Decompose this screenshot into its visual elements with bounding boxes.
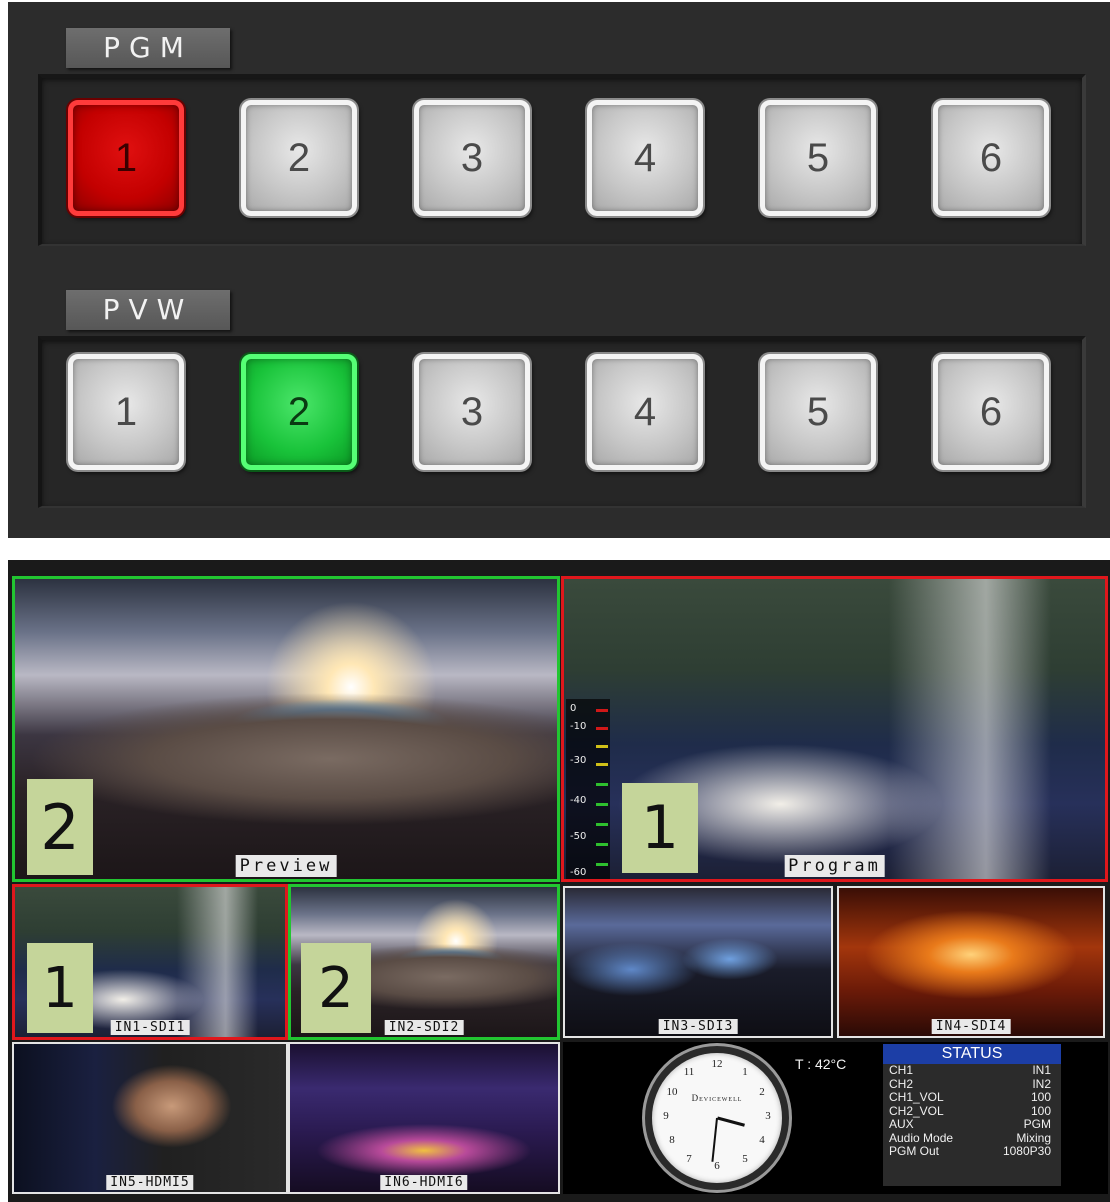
status-row: Audio Mode Mixing <box>883 1130 1061 1146</box>
pgm-bus-row: 1 2 3 4 5 6 <box>38 74 1086 246</box>
input-2-caption: IN2-SDI2 <box>384 1020 464 1035</box>
meter-bar <box>596 709 608 712</box>
status-row: CH2_VOL 100 <box>883 1103 1061 1119</box>
input-window-1[interactable]: 1 IN1-SDI1 <box>12 884 288 1040</box>
status-key: CH1 <box>889 1063 914 1077</box>
clock-number: 1 <box>742 1066 748 1078</box>
multiview-display: 2 Preview 0 -10 -30 -40 -50 -60 1 Progra… <box>8 560 1110 1202</box>
pvw-button-6[interactable]: 6 <box>933 354 1049 470</box>
preview-caption: Preview <box>235 855 337 877</box>
input-window-2[interactable]: 2 IN2-SDI2 <box>288 884 560 1040</box>
input-window-4[interactable]: IN4-SDI4 <box>837 886 1105 1038</box>
meter-bar <box>596 843 608 846</box>
pgm-button-6[interactable]: 6 <box>933 100 1049 216</box>
switcher-control-panel: PGM 1 2 3 4 5 6 PVW 1 2 3 4 5 6 <box>8 2 1110 538</box>
status-value: IN1 <box>1032 1063 1051 1077</box>
input-6-video-image <box>290 1044 558 1192</box>
input-3-video-image <box>565 888 831 1036</box>
preview-tally-number: 2 <box>27 779 93 875</box>
status-key: CH2 <box>889 1076 914 1091</box>
clock-number: 11 <box>683 1066 695 1078</box>
pvw-button-3[interactable]: 3 <box>414 354 530 470</box>
status-key: CH1_VOL <box>889 1090 944 1104</box>
input-6-caption: IN6-HDMI6 <box>380 1175 468 1190</box>
meter-label: -50 <box>570 831 587 842</box>
meter-bar <box>596 763 608 766</box>
clock-minute-hand <box>711 1117 718 1162</box>
meter-bar <box>596 745 608 748</box>
status-value: 100 <box>1030 1103 1051 1118</box>
clock-number: 9 <box>663 1110 669 1122</box>
pgm-button-2[interactable]: 2 <box>241 100 357 216</box>
audio-level-meter: 0 -10 -30 -40 -50 -60 <box>566 699 610 882</box>
input-5-caption: IN5-HDMI5 <box>106 1175 194 1190</box>
input-2-tally-number: 2 <box>301 943 371 1033</box>
status-key: Audio Mode <box>889 1130 954 1145</box>
pvw-button-1[interactable]: 1 <box>68 354 184 470</box>
pgm-bus-label: PGM <box>66 28 230 68</box>
status-key: CH2_VOL <box>889 1103 944 1118</box>
pvw-button-5[interactable]: 5 <box>760 354 876 470</box>
status-key: AUX <box>889 1117 914 1131</box>
meter-label: -60 <box>570 867 587 878</box>
status-value: PGM <box>1023 1117 1051 1131</box>
status-row: AUX PGM <box>883 1117 1061 1132</box>
clock-number: 6 <box>714 1160 720 1172</box>
pvw-bus-label: PVW <box>66 290 230 330</box>
meter-bar <box>596 823 608 826</box>
clock-hour-hand <box>716 1116 745 1127</box>
input-1-tally-number: 1 <box>27 943 93 1033</box>
clock-number: 8 <box>669 1134 675 1146</box>
status-value: Mixing <box>1016 1130 1051 1145</box>
clock-number: 12 <box>711 1058 723 1070</box>
status-value: 100 <box>1030 1090 1051 1104</box>
input-4-caption: IN4-SDI4 <box>931 1019 1011 1034</box>
clock-brand: Devicewell <box>691 1093 743 1103</box>
pvw-button-4[interactable]: 4 <box>587 354 703 470</box>
status-key: PGM Out <box>889 1144 940 1158</box>
status-row: CH1_VOL 100 <box>883 1090 1061 1105</box>
input-window-6[interactable]: IN6-HDMI6 <box>288 1042 560 1194</box>
info-panel: 12 1 2 3 4 5 6 7 8 9 10 11 Devicewell T … <box>563 1042 1108 1194</box>
clock-number: 7 <box>686 1153 692 1165</box>
preview-window[interactable]: 2 Preview <box>12 576 560 882</box>
meter-bar <box>596 727 608 730</box>
meter-bar <box>596 863 608 866</box>
meter-label: -40 <box>570 795 587 806</box>
status-value: IN2 <box>1032 1076 1051 1091</box>
meter-bar <box>596 803 608 806</box>
temperature-readout: T : 42°C <box>795 1056 847 1072</box>
pvw-button-2[interactable]: 2 <box>241 354 357 470</box>
status-table: STATUS CH1 IN1 CH2 IN2 CH1_VOL 100 CH2_VOL 1… <box>883 1044 1061 1186</box>
input-3-caption: IN3-SDI3 <box>658 1019 738 1034</box>
program-tally-number: 1 <box>622 783 698 873</box>
status-title: STATUS <box>883 1044 1061 1064</box>
pgm-button-5[interactable]: 5 <box>760 100 876 216</box>
pgm-button-1[interactable]: 1 <box>68 100 184 216</box>
pvw-bus-row: 1 2 3 4 5 6 <box>38 336 1086 508</box>
input-window-5[interactable]: IN5-HDMI5 <box>12 1042 288 1194</box>
meter-label: -30 <box>570 755 587 766</box>
clock-number: 5 <box>742 1153 748 1165</box>
preview-video-image <box>15 579 557 879</box>
meter-label: -10 <box>570 721 587 732</box>
input-1-caption: IN1-SDI1 <box>110 1020 190 1035</box>
pgm-button-4[interactable]: 4 <box>587 100 703 216</box>
program-caption: Program <box>784 855 885 877</box>
status-value: 1080P30 <box>1002 1144 1051 1158</box>
input-window-3[interactable]: IN3-SDI3 <box>563 886 833 1038</box>
pgm-button-3[interactable]: 3 <box>414 100 530 216</box>
meter-bar <box>596 783 608 786</box>
status-row: CH2 IN2 <box>883 1076 1061 1092</box>
status-row: PGM Out 1080P30 <box>883 1144 1061 1159</box>
input-5-video-image <box>14 1044 286 1192</box>
program-window[interactable]: 0 -10 -30 -40 -50 -60 1 Program <box>561 576 1108 882</box>
analog-clock: 12 1 2 3 4 5 6 7 8 9 10 11 Devicewell <box>645 1046 789 1190</box>
meter-label: 0 <box>570 703 577 714</box>
status-row: CH1 IN1 <box>883 1063 1061 1078</box>
clock-number: 3 <box>765 1110 771 1122</box>
input-4-video-image <box>839 888 1103 1036</box>
clock-number: 4 <box>759 1134 765 1146</box>
meter-bar <box>596 881 608 882</box>
